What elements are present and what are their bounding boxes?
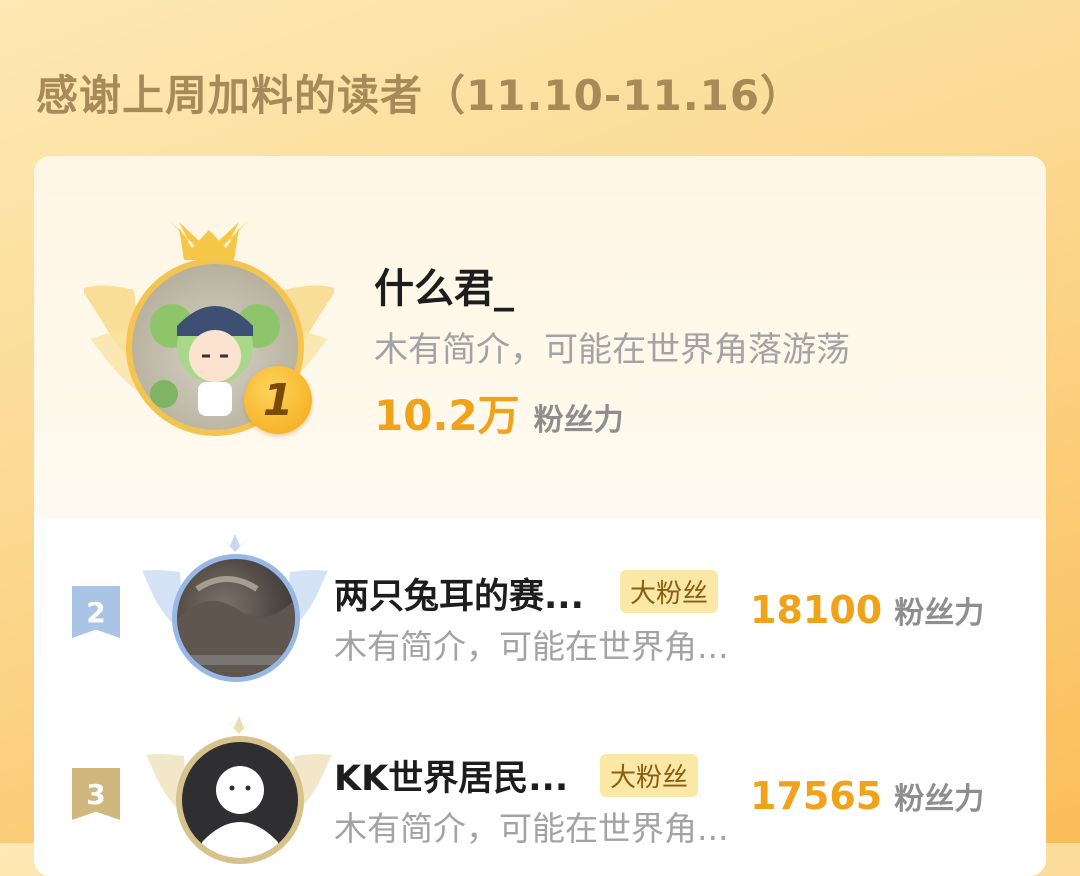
reader-2-description: 木有简介，可能在世界角... bbox=[334, 627, 729, 666]
reader-2-fan-badge: 大粉丝 bbox=[620, 570, 719, 613]
reader-2-name[interactable]: 两只兔耳的赛... bbox=[334, 568, 584, 619]
rank-2-badge: 2 bbox=[72, 586, 120, 638]
rank-3-badge: 3 bbox=[72, 768, 120, 820]
avatar-photo-icon bbox=[177, 576, 295, 677]
default-avatar-icon bbox=[202, 766, 278, 858]
reader-3-fans-value: 17565 bbox=[750, 774, 883, 818]
reader-2-fans-value: 18100 bbox=[750, 588, 883, 632]
reader-ranking-card: 1 什么君_ 木有简介，可能在世界角落游荡 10.2万 粉丝力 2 两只兔耳的赛… bbox=[34, 156, 1046, 876]
reader-3-avatar[interactable] bbox=[176, 736, 304, 864]
reader-3-fans: 17565 粉丝力 bbox=[750, 774, 984, 818]
reader-list-item[interactable]: 2 两只兔耳的赛... 大粉丝 木有简介，可能在世界角... 18100 粉丝力 bbox=[34, 532, 1046, 692]
top-reader-item[interactable]: 1 什么君_ 木有简介，可能在世界角落游荡 10.2万 粉丝力 bbox=[34, 156, 1046, 518]
reader-2-avatar[interactable] bbox=[172, 554, 300, 682]
reader-3-name[interactable]: KK世界居民... bbox=[334, 750, 568, 801]
reader-list-item[interactable]: 3 KK世界居民... 大粉丝 木有简介，可能在世界角... 17565 粉丝力 bbox=[34, 712, 1046, 872]
reader-1-fans-unit: 粉丝力 bbox=[533, 403, 624, 438]
rank-1-number: 1 bbox=[244, 366, 312, 434]
reader-2-fans-unit: 粉丝力 bbox=[894, 596, 985, 631]
reader-3-fan-badge: 大粉丝 bbox=[600, 754, 699, 797]
reader-1-name[interactable]: 什么君_ bbox=[374, 256, 514, 314]
reader-1-fans: 10.2万 粉丝力 bbox=[374, 382, 624, 443]
reader-1-description: 木有简介，可能在世界角落游荡 bbox=[374, 330, 850, 370]
page-title: 感谢上周加料的读者（11.10-11.16） bbox=[36, 71, 804, 120]
reader-1-fans-value: 10.2万 bbox=[374, 391, 520, 440]
reader-3-fans-unit: 粉丝力 bbox=[894, 782, 985, 817]
reader-2-fans: 18100 粉丝力 bbox=[750, 588, 984, 632]
rank-1-badge: 1 bbox=[84, 220, 334, 450]
